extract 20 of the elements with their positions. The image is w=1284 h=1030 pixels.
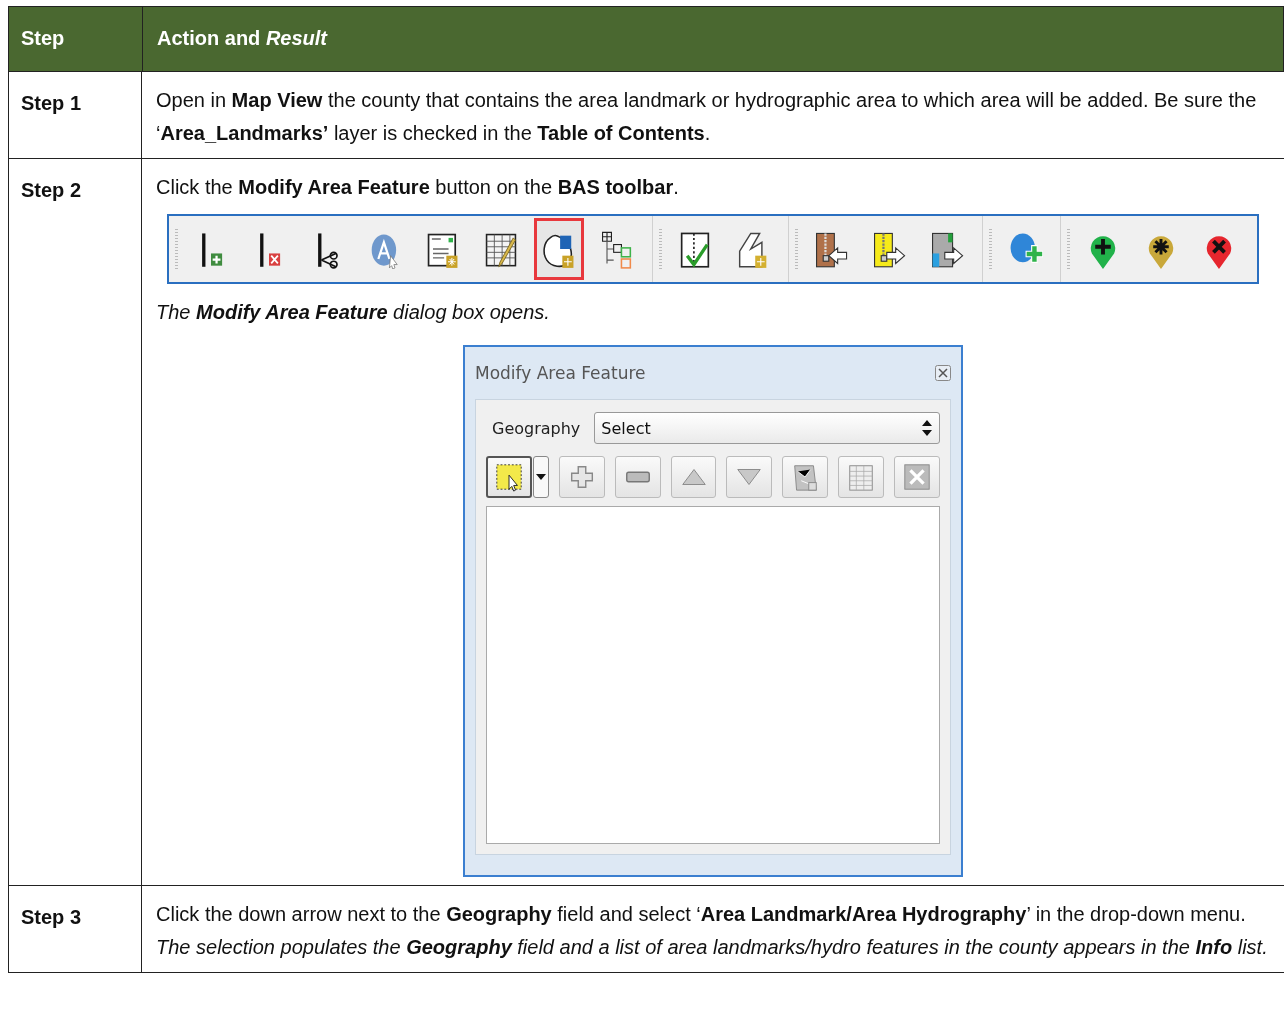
tool-button[interactable] — [614, 456, 661, 498]
tool-button[interactable] — [558, 456, 605, 498]
geography-dropdown[interactable]: Select — [594, 412, 940, 444]
step-label: Step 2 — [21, 179, 82, 201]
step-label: Step 1 — [21, 92, 82, 114]
dropdown-arrow-button[interactable] — [532, 456, 549, 498]
caret-icon[interactable] — [535, 474, 546, 480]
instruction-text: Click the Modify Area Feature button on the BAS toolbar. — [156, 175, 680, 200]
close-icon[interactable] — [935, 365, 951, 381]
toolbar-button[interactable] — [534, 218, 584, 280]
result-text: The Modify Area Feature dialog box opens. — [156, 300, 551, 325]
column-header: Step — [21, 27, 65, 49]
instruction-text: Click the down arrow next to the Geography field and select ‘Area Landmark/Area Hydrography’ in the drop-down menu. The selection populates the Geography field and a list of area landmarks/hydro features in the county appears in the Info list. — [156, 902, 1269, 960]
step-label: Step 3 — [21, 906, 82, 928]
instruction-text: Open in Map View the county that contains the area landmark or hydrographic area to which area will be added. Be sure the ‘Area_Landmarks’ layer is checked in the Table of Contents. — [156, 88, 1258, 146]
dialog-title: Modify Area Feature — [475, 363, 646, 383]
column-header: Action and Result — [157, 27, 327, 49]
spinner-arrows-icon[interactable] — [921, 419, 933, 437]
tool-button[interactable] — [486, 456, 532, 498]
field-label: Geography — [492, 418, 581, 438]
